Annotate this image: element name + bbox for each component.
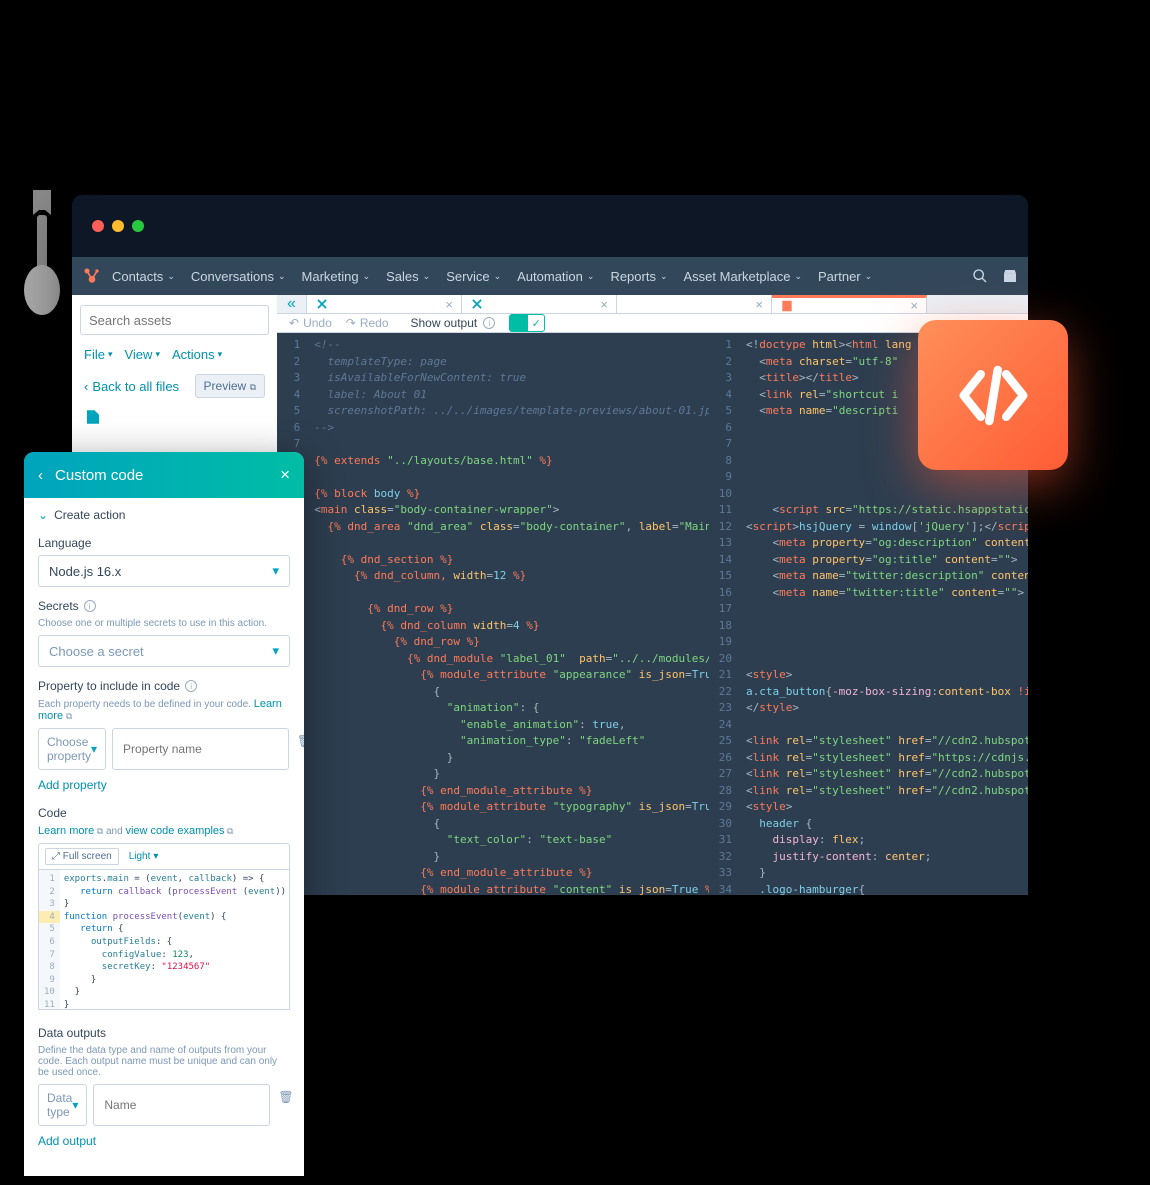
- search-assets-input[interactable]: [80, 305, 269, 335]
- property-row: Choose property▾ 🗑: [38, 728, 290, 770]
- theme-select[interactable]: Light ▾: [129, 851, 159, 862]
- close-icon[interactable]: ×: [280, 465, 290, 485]
- editor-toolbar: ↶ Undo ↷ Redo Show output i ✓: [277, 314, 1028, 333]
- code-badge: [918, 320, 1068, 470]
- property-name-input[interactable]: [112, 728, 289, 770]
- mini-code-editor[interactable]: 1234567891011 exports.main = (event, cal…: [38, 870, 290, 1010]
- custom-code-panel: ‹ Custom code × ⌄ Create action Language…: [24, 452, 304, 1176]
- tab-close[interactable]: ×: [600, 297, 608, 312]
- close-icon: [315, 297, 329, 311]
- nav-right-tools: [972, 268, 1018, 284]
- hubspot-logo-icon: [82, 266, 102, 286]
- left-code-pane[interactable]: 1234567891011121314151617181920212223242…: [277, 333, 709, 895]
- search-assets-field[interactable]: [89, 313, 265, 328]
- output-name-input[interactable]: [93, 1084, 270, 1126]
- back-chevron-icon[interactable]: ‹: [38, 467, 43, 484]
- marketplace-icon[interactable]: [1002, 268, 1018, 284]
- code-label: Code: [38, 806, 290, 820]
- file-menu-file[interactable]: File ▾: [84, 347, 112, 362]
- nav-partner[interactable]: Partner⌄: [818, 269, 872, 284]
- trash-icon[interactable]: 🗑: [295, 728, 304, 770]
- data-outputs-label: Data outputs: [38, 1026, 290, 1040]
- code-body-left[interactable]: <!-- templateType: page isAvailableForNe…: [306, 333, 708, 895]
- window-traffic-lights: [72, 195, 1028, 257]
- redo-button[interactable]: ↷ Redo: [346, 316, 389, 330]
- tab-close[interactable]: ×: [910, 298, 918, 313]
- property-label: Property to include in code i: [38, 679, 290, 693]
- close-icon: [470, 297, 484, 311]
- external-link-icon: ⧉: [250, 382, 256, 392]
- data-outputs-help: Define the data type and name of outputs…: [38, 1045, 290, 1078]
- file-type-icon: [84, 408, 102, 426]
- preview-button[interactable]: Preview ⧉: [195, 374, 265, 398]
- output-row: Data type▾ 🗑: [38, 1084, 290, 1126]
- show-output-label: Show output i: [411, 316, 496, 330]
- custom-code-body: ⌄ Create action Language Node.js 16.x▾ S…: [24, 498, 304, 1176]
- learn-more-link[interactable]: Learn more: [38, 825, 94, 837]
- output-toggle[interactable]: ✓: [509, 314, 545, 332]
- nav-reports[interactable]: Reports⌄: [610, 269, 667, 284]
- secrets-select[interactable]: Choose a secret▾: [38, 635, 290, 667]
- tab-close[interactable]: ×: [445, 297, 453, 312]
- property-help: Each property needs to be defined in you…: [38, 698, 290, 722]
- back-preview-row: ‹ Back to all files Preview ⧉: [80, 374, 269, 398]
- external-link-icon: ⧉: [66, 711, 72, 721]
- file-icon: [780, 299, 794, 313]
- line-gutter-right: 1234567891011121314151617181920212223242…: [709, 333, 738, 895]
- max-dot[interactable]: [132, 220, 144, 232]
- editor-tabs: « × × × ×: [277, 295, 1028, 314]
- create-action-row[interactable]: ⌄ Create action: [38, 508, 290, 522]
- nav-sales[interactable]: Sales⌄: [386, 269, 430, 284]
- custom-code-title: Custom code: [55, 467, 143, 484]
- fullscreen-button[interactable]: ⤢ Full screen: [45, 848, 119, 865]
- file-menu-row: File ▾ View ▾ Actions ▾: [80, 347, 269, 362]
- info-icon[interactable]: i: [185, 680, 197, 692]
- mini-code-body[interactable]: exports.main = (event, callback) => { re…: [60, 870, 290, 1009]
- file-menu-view[interactable]: View ▾: [124, 347, 159, 362]
- nav-service[interactable]: Service⌄: [446, 269, 501, 284]
- search-icon[interactable]: [972, 268, 988, 284]
- language-label: Language: [38, 536, 290, 550]
- add-output-link[interactable]: Add output: [38, 1134, 96, 1148]
- editor-tab-2[interactable]: ×: [462, 295, 617, 313]
- choose-property-select[interactable]: Choose property▾: [38, 728, 106, 770]
- code-help-links: Learn more ⧉ and view code examples ⧉: [38, 825, 290, 837]
- nav-marketplace[interactable]: Asset Marketplace⌄: [684, 269, 802, 284]
- code-editor-toolbar: ⤢ Full screen Light ▾: [38, 843, 290, 870]
- add-property-link[interactable]: Add property: [38, 778, 107, 792]
- nav-conversations[interactable]: Conversations⌄: [191, 269, 286, 284]
- custom-code-header: ‹ Custom code ×: [24, 452, 304, 498]
- nav-items-container: Contacts⌄ Conversations⌄ Marketing⌄ Sale…: [112, 269, 972, 284]
- tab-close[interactable]: ×: [755, 297, 763, 312]
- editor-tab-1[interactable]: ×: [307, 295, 462, 313]
- close-dot[interactable]: [92, 220, 104, 232]
- nav-marketing[interactable]: Marketing⌄: [302, 269, 371, 284]
- undo-button[interactable]: ↶ Undo: [289, 316, 332, 330]
- info-icon[interactable]: i: [483, 317, 495, 329]
- info-icon[interactable]: i: [84, 600, 96, 612]
- file-menu-actions[interactable]: Actions ▾: [172, 347, 222, 362]
- min-dot[interactable]: [112, 220, 124, 232]
- collapse-sidebar-button[interactable]: «: [277, 295, 307, 313]
- editor-zone: « × × × × ↶ Undo ↷ Redo: [277, 295, 1028, 895]
- top-navigation: Contacts⌄ Conversations⌄ Marketing⌄ Sale…: [72, 257, 1028, 295]
- data-type-select[interactable]: Data type▾: [38, 1084, 87, 1126]
- mini-gutter: 1234567891011: [39, 870, 60, 1009]
- back-to-files-link[interactable]: ‹ Back to all files: [84, 379, 179, 394]
- view-examples-link[interactable]: view code examples: [125, 825, 224, 837]
- code-panes: 1234567891011121314151617181920212223242…: [277, 333, 1028, 895]
- wrench-hand-illustration: [15, 185, 70, 325]
- secrets-help: Choose one or multiple secrets to use in…: [38, 618, 290, 629]
- nav-automation[interactable]: Automation⌄: [517, 269, 594, 284]
- nav-contacts[interactable]: Contacts⌄: [112, 269, 175, 284]
- code-brackets-icon: [951, 353, 1036, 438]
- trash-icon[interactable]: 🗑: [276, 1084, 295, 1126]
- secrets-label: Secrets i: [38, 599, 290, 613]
- editor-tab-active[interactable]: ×: [772, 295, 927, 313]
- editor-tab-3[interactable]: ×: [617, 295, 772, 313]
- language-select[interactable]: Node.js 16.x▾: [38, 555, 290, 587]
